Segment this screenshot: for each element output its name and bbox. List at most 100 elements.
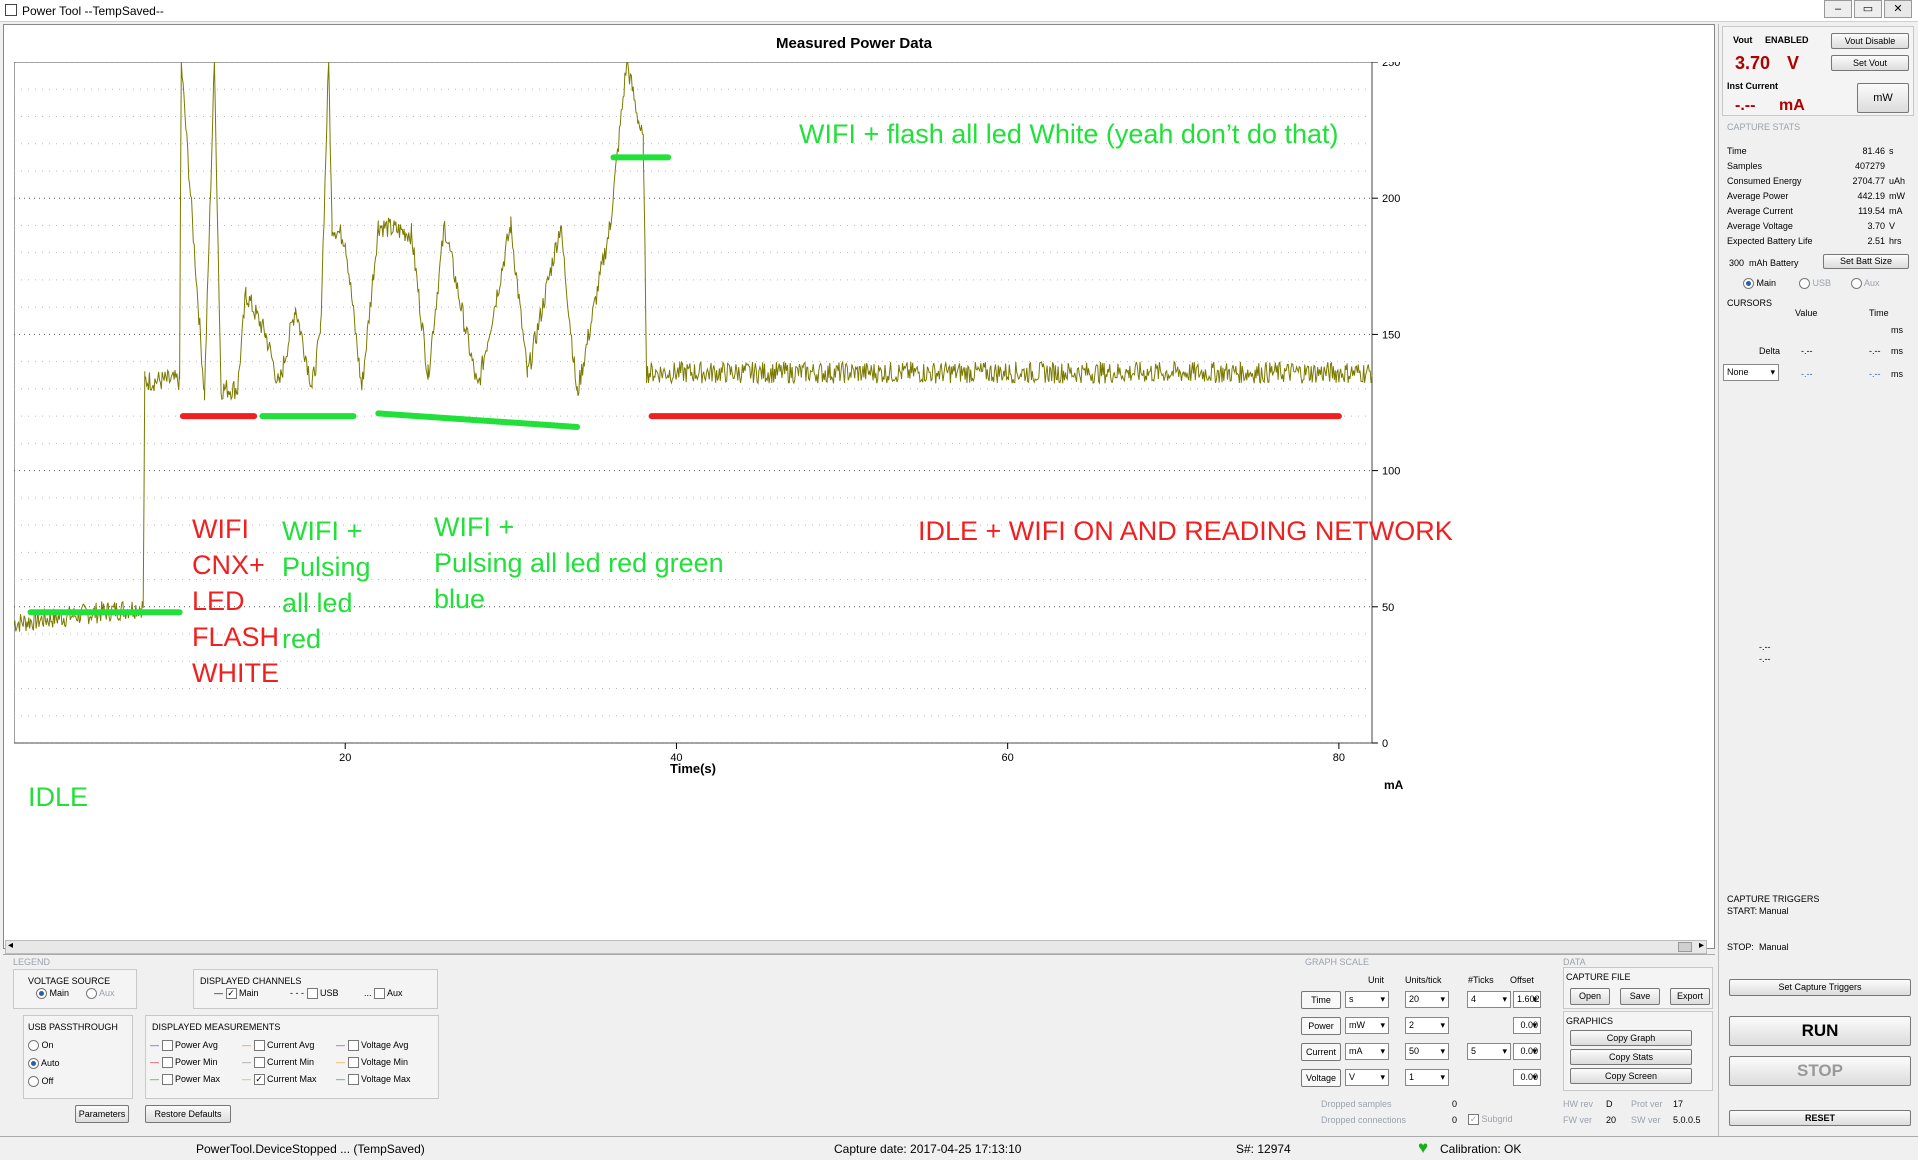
graph-scale-heading: GRAPH SCALE <box>1305 957 1370 967</box>
vout-disable-button[interactable]: Vout Disable <box>1831 33 1909 49</box>
copy-graph-button[interactable]: Copy Graph <box>1570 1030 1692 1046</box>
set-capture-triggers-button[interactable]: Set Capture Triggers <box>1729 979 1911 996</box>
battery-value: 300 <box>1729 258 1745 268</box>
channels-group: DISPLAYED CHANNELS — ✓ Main - - - USB ..… <box>193 969 438 1009</box>
scroll-thumb[interactable] <box>1678 942 1692 952</box>
stat-value: 442.19 <box>1857 191 1885 201</box>
power-avg-checkbox[interactable]: — Power Avg <box>150 1040 218 1052</box>
source-usb-radio[interactable]: USB <box>1799 278 1831 290</box>
set-vout-button[interactable]: Set Vout <box>1831 55 1909 71</box>
open-button[interactable]: Open <box>1570 988 1610 1005</box>
prot-ver-label: Prot ver <box>1631 1099 1663 1109</box>
voltage-min-checkbox[interactable]: — Voltage Min <box>336 1057 408 1069</box>
stat-label: Average Current <box>1727 206 1793 216</box>
scale-units-tick-select[interactable]: 2 <box>1405 1017 1449 1034</box>
stat-value: 2.51 <box>1867 236 1885 246</box>
copy-screen-button[interactable]: Copy Screen <box>1570 1068 1692 1084</box>
ch-usb-checkbox[interactable]: - - - USB <box>290 988 339 1000</box>
scale-offset-input[interactable]: 0.00 <box>1513 1043 1541 1060</box>
usb-auto-radio[interactable]: Auto <box>28 1058 60 1070</box>
usb-on-radio[interactable]: On <box>28 1040 54 1052</box>
reset-button[interactable]: RESET <box>1729 1110 1911 1126</box>
cursor-time-col: Time <box>1869 308 1889 318</box>
col-ticks: #Ticks <box>1468 975 1494 985</box>
status-calibration: Calibration: OK <box>1440 1142 1522 1156</box>
vout-unit: V <box>1787 53 1800 73</box>
inst-current-unit: mA <box>1779 97 1805 114</box>
scale-row-label: Time <box>1301 991 1341 1009</box>
vs-main-radio[interactable]: Main <box>36 988 69 1000</box>
delta-time-unit: ms <box>1891 346 1903 356</box>
prot-ver-value: 17 <box>1673 1099 1684 1109</box>
scale-units-tick-select[interactable]: 50 <box>1405 1043 1449 1060</box>
scale-ticks-select[interactable]: 4 <box>1467 991 1511 1008</box>
title-bar: Power Tool --TempSaved-- ‒ ▭ ✕ <box>0 0 1918 22</box>
voltage-avg-checkbox[interactable]: — Voltage Avg <box>336 1040 408 1052</box>
scale-ticks-select[interactable]: 5 <box>1467 1043 1511 1060</box>
vs-aux-radio[interactable]: Aux <box>86 988 115 1000</box>
scale-unit-select[interactable]: s <box>1345 991 1389 1008</box>
current-max-checkbox[interactable]: — ✓ Current Max <box>242 1074 317 1086</box>
mw-button[interactable]: mW <box>1857 83 1909 113</box>
close-button[interactable]: ✕ <box>1884 0 1912 18</box>
stat-row: Consumed Energy 2704.77 uAh <box>1727 176 1907 190</box>
export-button[interactable]: Export <box>1670 988 1710 1005</box>
scale-offset-input[interactable]: 0.00 <box>1513 1069 1541 1086</box>
run-button[interactable]: RUN <box>1729 1016 1911 1046</box>
y-tick-label: 150 <box>1382 329 1400 341</box>
stat-unit: V <box>1889 221 1896 231</box>
subgrid-checkbox[interactable]: ✓ Subgrid <box>1468 1114 1513 1126</box>
scroll-right-icon[interactable]: ▸ <box>1699 940 1704 951</box>
stat-row: Samples 407279 <box>1727 161 1907 175</box>
cursors-heading: CURSORS <box>1727 298 1773 308</box>
current-avg-checkbox[interactable]: — Current Avg <box>242 1040 314 1052</box>
mid-dash-2: -.-- <box>1759 654 1771 664</box>
scroll-left-icon[interactable]: ◂ <box>8 940 13 951</box>
copy-stats-button[interactable]: Copy Stats <box>1570 1049 1692 1065</box>
save-button[interactable]: Save <box>1620 988 1660 1005</box>
scale-offset-input[interactable]: 0.00 <box>1513 1017 1541 1034</box>
stat-label: Average Power <box>1727 191 1789 201</box>
scale-unit-select[interactable]: mW <box>1345 1017 1389 1034</box>
parameters-button[interactable]: Parameters <box>75 1105 129 1123</box>
ch-main-checkbox[interactable]: — ✓ Main <box>214 988 259 1000</box>
delta-label: Delta <box>1759 346 1781 356</box>
restore-defaults-button[interactable]: Restore Defaults <box>145 1105 231 1123</box>
y-axis-label: mA <box>1384 778 1404 792</box>
power-max-checkbox[interactable]: — Power Max <box>150 1074 220 1086</box>
x-tick-label: 80 <box>1333 752 1345 764</box>
battery-unit: mAh Battery <box>1749 258 1799 268</box>
horizontal-scrollbar[interactable]: ◂ ▸ <box>5 940 1707 954</box>
stat-row: Average Current 119.54 mA <box>1727 206 1907 220</box>
source-aux-radio[interactable]: Aux <box>1851 278 1880 290</box>
stat-value: 81.46 <box>1862 146 1885 156</box>
source-main-radio[interactable]: Main <box>1743 278 1776 290</box>
minimize-button[interactable]: ‒ <box>1824 0 1852 18</box>
voltage-source-group: VOLTAGE SOURCE Main Aux <box>13 969 137 1009</box>
set-batt-size-button[interactable]: Set Batt Size <box>1823 254 1909 269</box>
capture-file-group: CAPTURE FILE Open Save Export <box>1563 967 1713 1009</box>
power-min-checkbox[interactable]: — Power Min <box>150 1057 218 1069</box>
scale-unit-select[interactable]: V <box>1345 1069 1389 1086</box>
inst-current-value: -.-- <box>1735 97 1756 114</box>
scale-offset-input[interactable]: 1.602 <box>1513 991 1541 1008</box>
app-icon <box>5 4 17 16</box>
capture-file-heading: CAPTURE FILE <box>1566 972 1631 982</box>
scale-units-tick-select[interactable]: 1 <box>1405 1069 1449 1086</box>
voltage-max-checkbox[interactable]: — Voltage Max <box>336 1074 411 1086</box>
heart-icon: ♥ <box>1418 1138 1429 1157</box>
stat-row: Time 81.46 s <box>1727 146 1907 160</box>
stop-button[interactable]: STOP <box>1729 1056 1911 1086</box>
scale-unit-select[interactable]: mA <box>1345 1043 1389 1060</box>
current-min-checkbox[interactable]: — Current Min <box>242 1057 314 1069</box>
displayed-channels-heading: DISPLAYED CHANNELS <box>200 976 302 986</box>
maximize-button[interactable]: ▭ <box>1854 0 1882 18</box>
vout-state: ENABLED <box>1765 35 1809 45</box>
sw-ver-label: SW ver <box>1631 1115 1661 1125</box>
usb-off-radio[interactable]: Off <box>28 1076 53 1088</box>
cursor1-time-unit: ms <box>1891 325 1903 335</box>
scale-units-tick-select[interactable]: 20 <box>1405 991 1449 1008</box>
ch-aux-checkbox[interactable]: ... Aux <box>364 988 403 1000</box>
sw-ver-value: 5.0.0.5 <box>1673 1115 1701 1125</box>
cursor-channel-select[interactable]: None <box>1723 364 1779 381</box>
